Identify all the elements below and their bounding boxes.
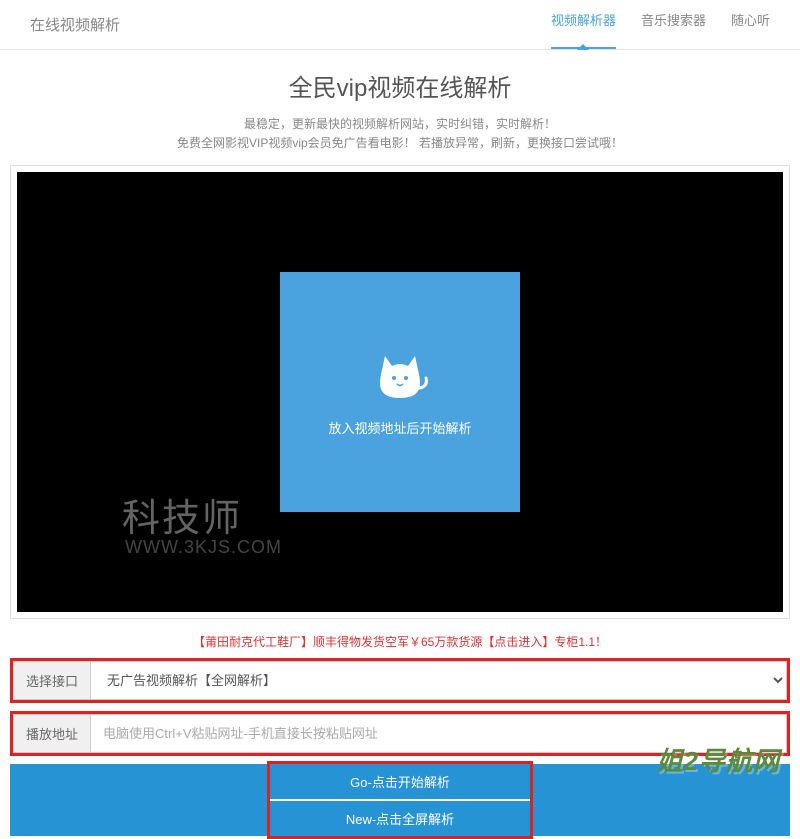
go-button-left[interactable]	[10, 764, 270, 799]
action-buttons: Go-点击开始解析 New-点击全屏解析	[10, 764, 790, 836]
center-button-group: Go-点击开始解析 New-点击全屏解析	[270, 764, 530, 836]
player-container: 放入视频地址后开始解析 科技师 WWW.3KJS.COM	[10, 165, 790, 619]
address-row: 播放地址	[10, 711, 790, 756]
new-button[interactable]: New-点击全屏解析	[270, 801, 530, 836]
navbar: 在线视频解析 视频解析器 音乐搜索器 随心听	[0, 0, 800, 50]
address-label: 播放地址	[13, 714, 90, 753]
watermark-url: WWW.3KJS.COM	[125, 537, 282, 558]
interface-row: 选择接口 无广告视频解析【全网解析】	[10, 658, 790, 703]
subtitle: 最稳定，更新最快的视频解析网站，实时纠错，实时解析！ 免费全网影视VIP视频vi…	[0, 115, 800, 153]
nav-link-listen[interactable]: 随心听	[731, 10, 770, 39]
cat-icon	[370, 348, 430, 403]
video-player[interactable]: 放入视频地址后开始解析 科技师 WWW.3KJS.COM	[17, 172, 783, 612]
promo-text[interactable]: 【莆田耐克代工鞋厂】顺丰得物发货空军￥65万款货源【点击进入】专柜1.1！	[0, 633, 800, 650]
player-hint: 放入视频地址后开始解析	[328, 418, 471, 437]
new-button-left[interactable]	[10, 801, 270, 836]
new-button-right[interactable]	[530, 801, 790, 836]
interface-select[interactable]: 无广告视频解析【全网解析】	[90, 661, 787, 700]
nav-link-music[interactable]: 音乐搜索器	[641, 10, 706, 39]
go-button-right[interactable]	[530, 764, 790, 799]
nav-link-parser[interactable]: 视频解析器	[551, 10, 616, 39]
brand-title: 在线视频解析	[30, 14, 120, 35]
player-placeholder: 放入视频地址后开始解析	[280, 272, 520, 512]
interface-label: 选择接口	[13, 661, 90, 700]
address-input[interactable]	[90, 714, 787, 753]
page-title: 全民vip视频在线解析	[0, 68, 800, 103]
subtitle-line-1: 最稳定，更新最快的视频解析网站，实时纠错，实时解析！	[0, 115, 800, 134]
go-button[interactable]: Go-点击开始解析	[270, 764, 530, 799]
watermark-brand: 科技师	[122, 487, 242, 542]
nav-links: 视频解析器 音乐搜索器 随心听	[551, 10, 770, 39]
subtitle-line-2: 免费全网影视VIP视频vip会员免广告看电影！ 若播放异常，刷新，更换接口尝试哦…	[0, 134, 800, 153]
